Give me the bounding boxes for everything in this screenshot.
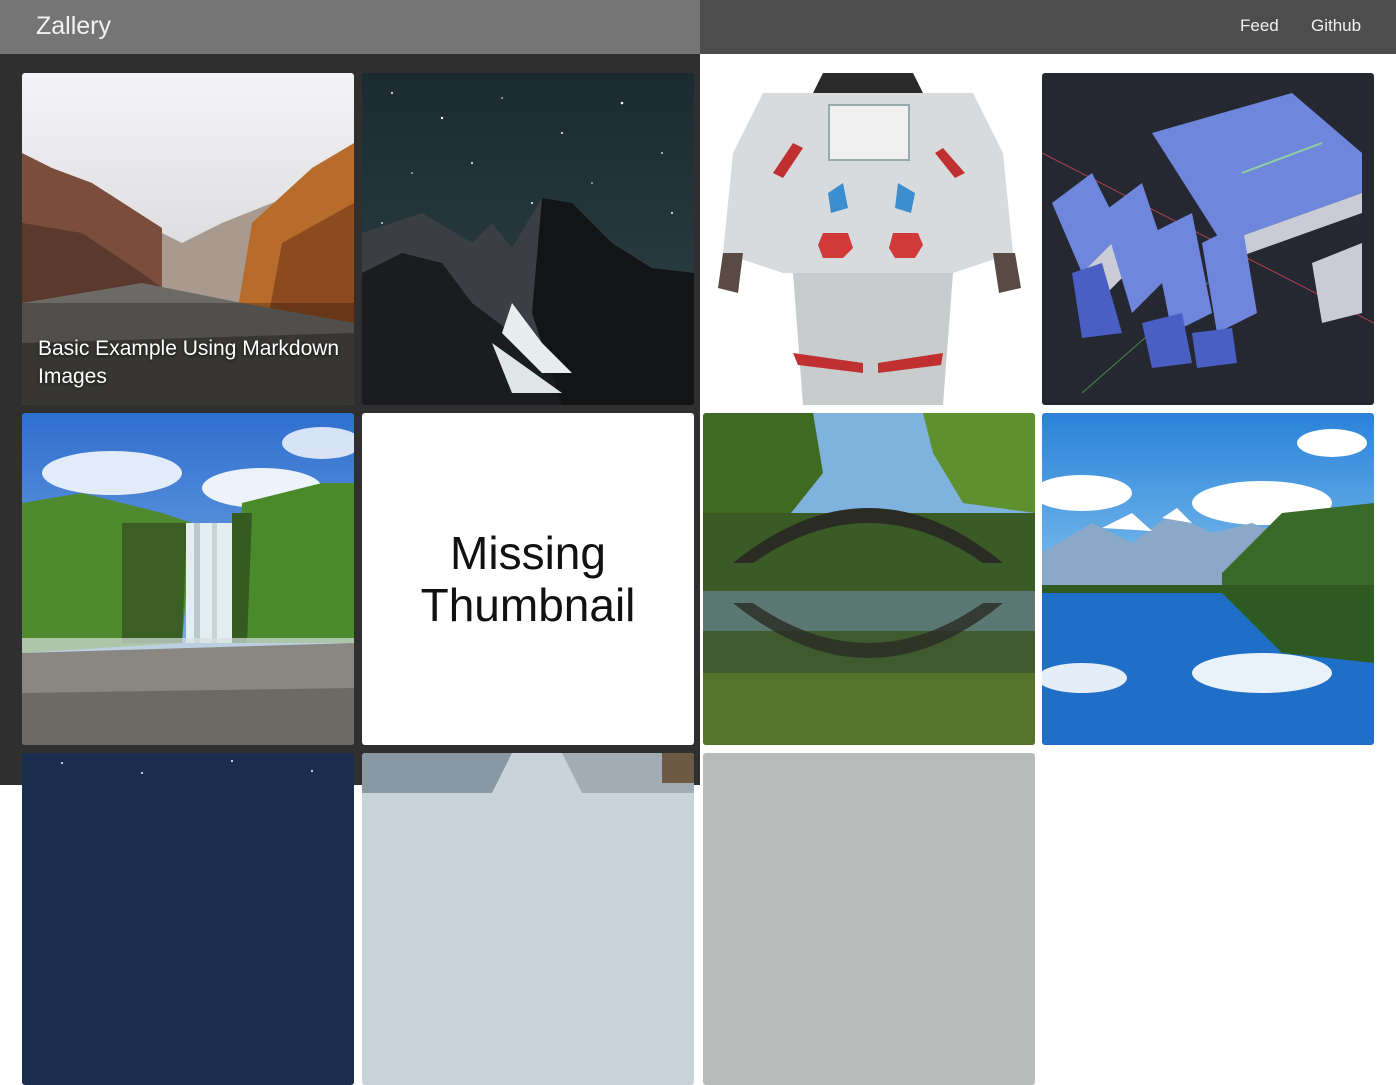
starry-image (22, 753, 354, 1085)
navbar-right-section (700, 0, 1396, 54)
night-mountain-image (362, 73, 694, 405)
gallery-item-fog[interactable] (703, 753, 1035, 1085)
waterfall-image (22, 413, 354, 745)
fog-image (703, 753, 1035, 1085)
nav-link-github[interactable]: Github (1311, 16, 1361, 36)
nav-link-feed[interactable]: Feed (1240, 16, 1279, 36)
gallery-item-missing[interactable]: Missing Thumbnail (362, 413, 694, 745)
missing-thumbnail-text: Missing Thumbnail (420, 527, 636, 631)
gallery-item-night-mountain[interactable] (362, 73, 694, 405)
gallery-item-waterfall[interactable] (22, 413, 354, 745)
brand-link[interactable]: Zallery (36, 12, 111, 41)
gallery-item-astronaut[interactable] (703, 73, 1035, 405)
gallery-item-robot-hand[interactable] (1042, 73, 1374, 405)
gallery-item-canyon[interactable]: Basic Example Using Markdown Images (22, 73, 354, 405)
tile-caption: Basic Example Using Markdown Images (38, 337, 340, 388)
robot-hand-image (1042, 73, 1374, 405)
gallery-item-lake[interactable] (1042, 413, 1374, 745)
astronaut-image (703, 73, 1035, 405)
gallery-item-snowy-cliff[interactable] (362, 753, 694, 1085)
gallery-item-starry[interactable] (22, 753, 354, 1085)
snowy-cliff-image (362, 753, 694, 1085)
stone-bridge-image (703, 413, 1035, 745)
lake-image (1042, 413, 1374, 745)
gallery-item-stone-bridge[interactable] (703, 413, 1035, 745)
